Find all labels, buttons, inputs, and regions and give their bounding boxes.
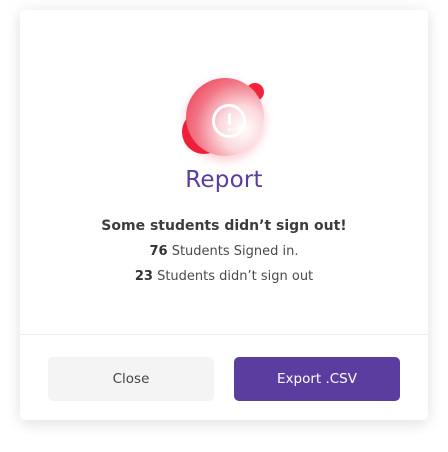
stat-not-signed-out: 23 Students didn’t sign out bbox=[20, 269, 428, 284]
export-csv-button[interactable]: Export .CSV bbox=[234, 357, 400, 401]
close-button[interactable]: Close bbox=[48, 357, 214, 401]
stat-signed-in-count: 76 bbox=[149, 244, 168, 259]
alert-circle-icon bbox=[182, 74, 272, 164]
stat-signed-in: 76 Students Signed in. bbox=[20, 244, 428, 259]
exclamation-dot bbox=[228, 128, 231, 131]
dialog-title: Report bbox=[185, 167, 263, 193]
stat-not-signed-out-label: Students didn’t sign out bbox=[157, 269, 314, 284]
exclamation-icon bbox=[212, 104, 246, 138]
exclamation-bar bbox=[228, 113, 231, 125]
footer-divider bbox=[20, 334, 428, 335]
stat-signed-in-label: Students Signed in. bbox=[171, 244, 299, 259]
stat-not-signed-out-count: 23 bbox=[134, 269, 153, 284]
report-dialog: Report Some students didn’t sign out! 76… bbox=[20, 10, 428, 420]
dialog-heading: Some students didn’t sign out! bbox=[101, 218, 347, 234]
alert-blob-main bbox=[186, 78, 264, 156]
